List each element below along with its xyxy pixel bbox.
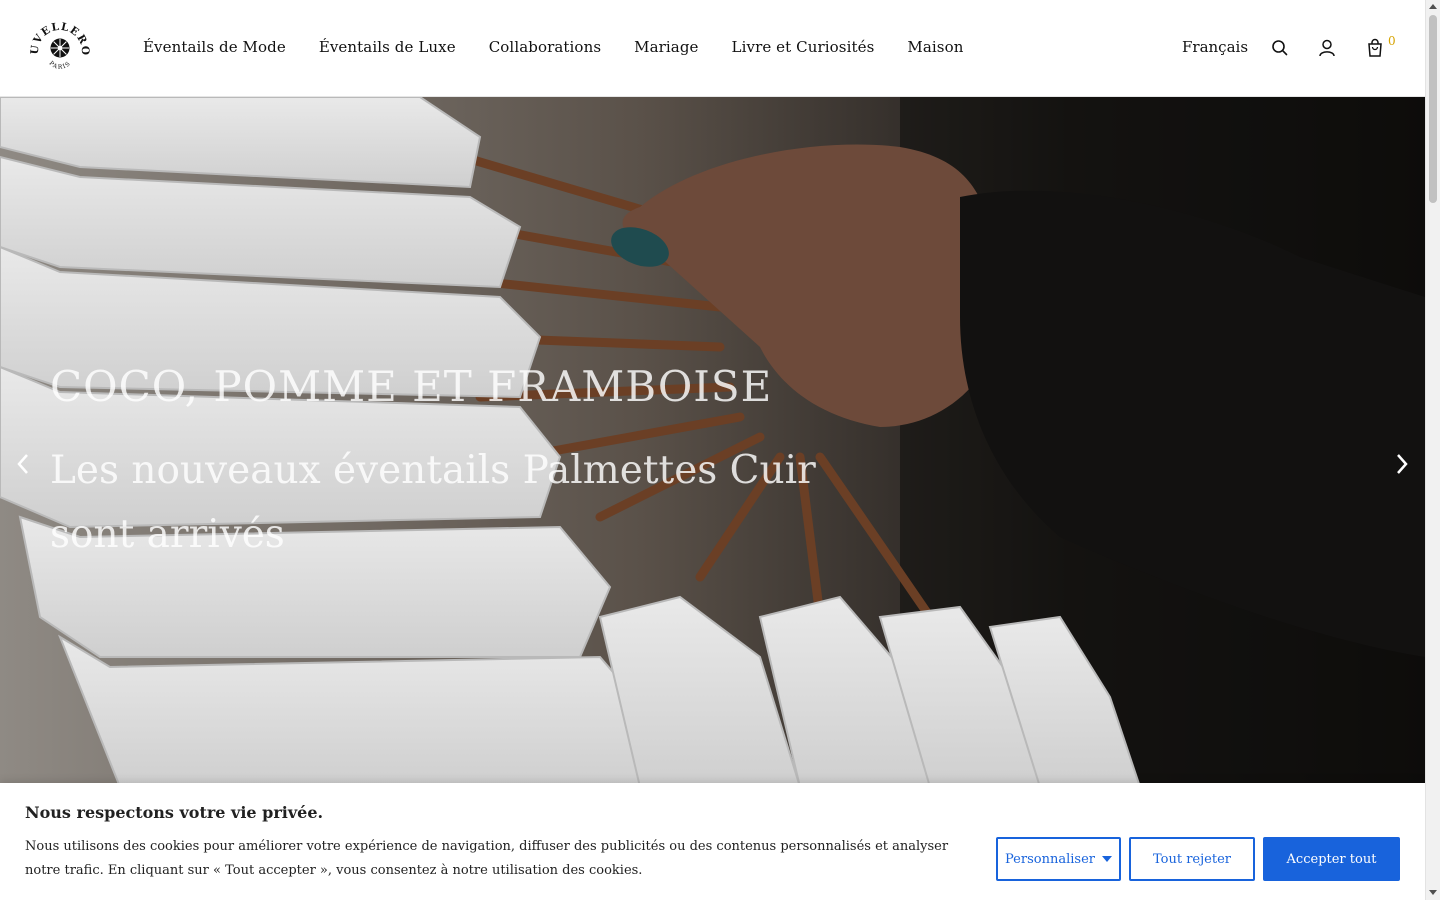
language-selector[interactable]: Français — [1182, 38, 1248, 56]
cookie-consent-banner: Nous respectons votre vie privée. Nous u… — [0, 783, 1425, 900]
nav-item-livre-et-curiosites[interactable]: Livre et Curiosités — [732, 38, 875, 56]
customize-button-label: Personnaliser — [1005, 851, 1095, 867]
chevron-right-icon[interactable] — [1391, 451, 1413, 477]
nav-item-mariage[interactable]: Mariage — [634, 38, 698, 56]
hero-kicker: COCO, POMME ET FRAMBOISE — [50, 362, 773, 411]
cookie-title: Nous respectons votre vie privée. — [25, 803, 324, 822]
cookie-description: Nous utilisons des cookies pour améliore… — [25, 839, 949, 878]
scroll-down-arrow-icon[interactable] — [1429, 890, 1437, 895]
search-icon[interactable] — [1270, 38, 1290, 58]
nav-item-eventails-de-luxe[interactable]: Éventails de Luxe — [319, 38, 456, 56]
user-icon[interactable] — [1317, 38, 1337, 58]
chevron-left-icon[interactable] — [12, 451, 34, 477]
main-nav: Éventails de Mode Éventails de Luxe Coll… — [143, 38, 963, 56]
nav-item-collaborations[interactable]: Collaborations — [489, 38, 601, 56]
scroll-up-arrow-icon[interactable] — [1429, 4, 1437, 9]
nav-item-maison[interactable]: Maison — [907, 38, 963, 56]
hero-slider: COCO, POMME ET FRAMBOISE Les nouveaux év… — [0, 97, 1425, 787]
site-header: DUVELLEROY PARIS — [0, 0, 1425, 97]
reject-all-button[interactable]: Tout rejeter — [1129, 837, 1255, 881]
logo-city: PARIS — [47, 60, 71, 71]
hero-title: Les nouveaux éventails Palmettes Cuir so… — [50, 448, 816, 557]
customize-button[interactable]: Personnaliser — [996, 837, 1121, 881]
scroll-thumb[interactable] — [1429, 15, 1437, 203]
cart-count-badge[interactable]: 0 — [1388, 34, 1396, 48]
page-scrollbar[interactable] — [1425, 0, 1440, 900]
svg-text:PARIS: PARIS — [47, 60, 72, 71]
accept-all-button[interactable]: Accepter tout — [1263, 837, 1400, 881]
caret-down-icon — [1101, 856, 1112, 862]
nav-item-eventails-de-mode[interactable]: Éventails de Mode — [143, 38, 286, 56]
duvelleroy-logo[interactable]: DUVELLEROY PARIS — [23, 9, 92, 78]
shopping-bag-icon[interactable] — [1365, 38, 1385, 58]
